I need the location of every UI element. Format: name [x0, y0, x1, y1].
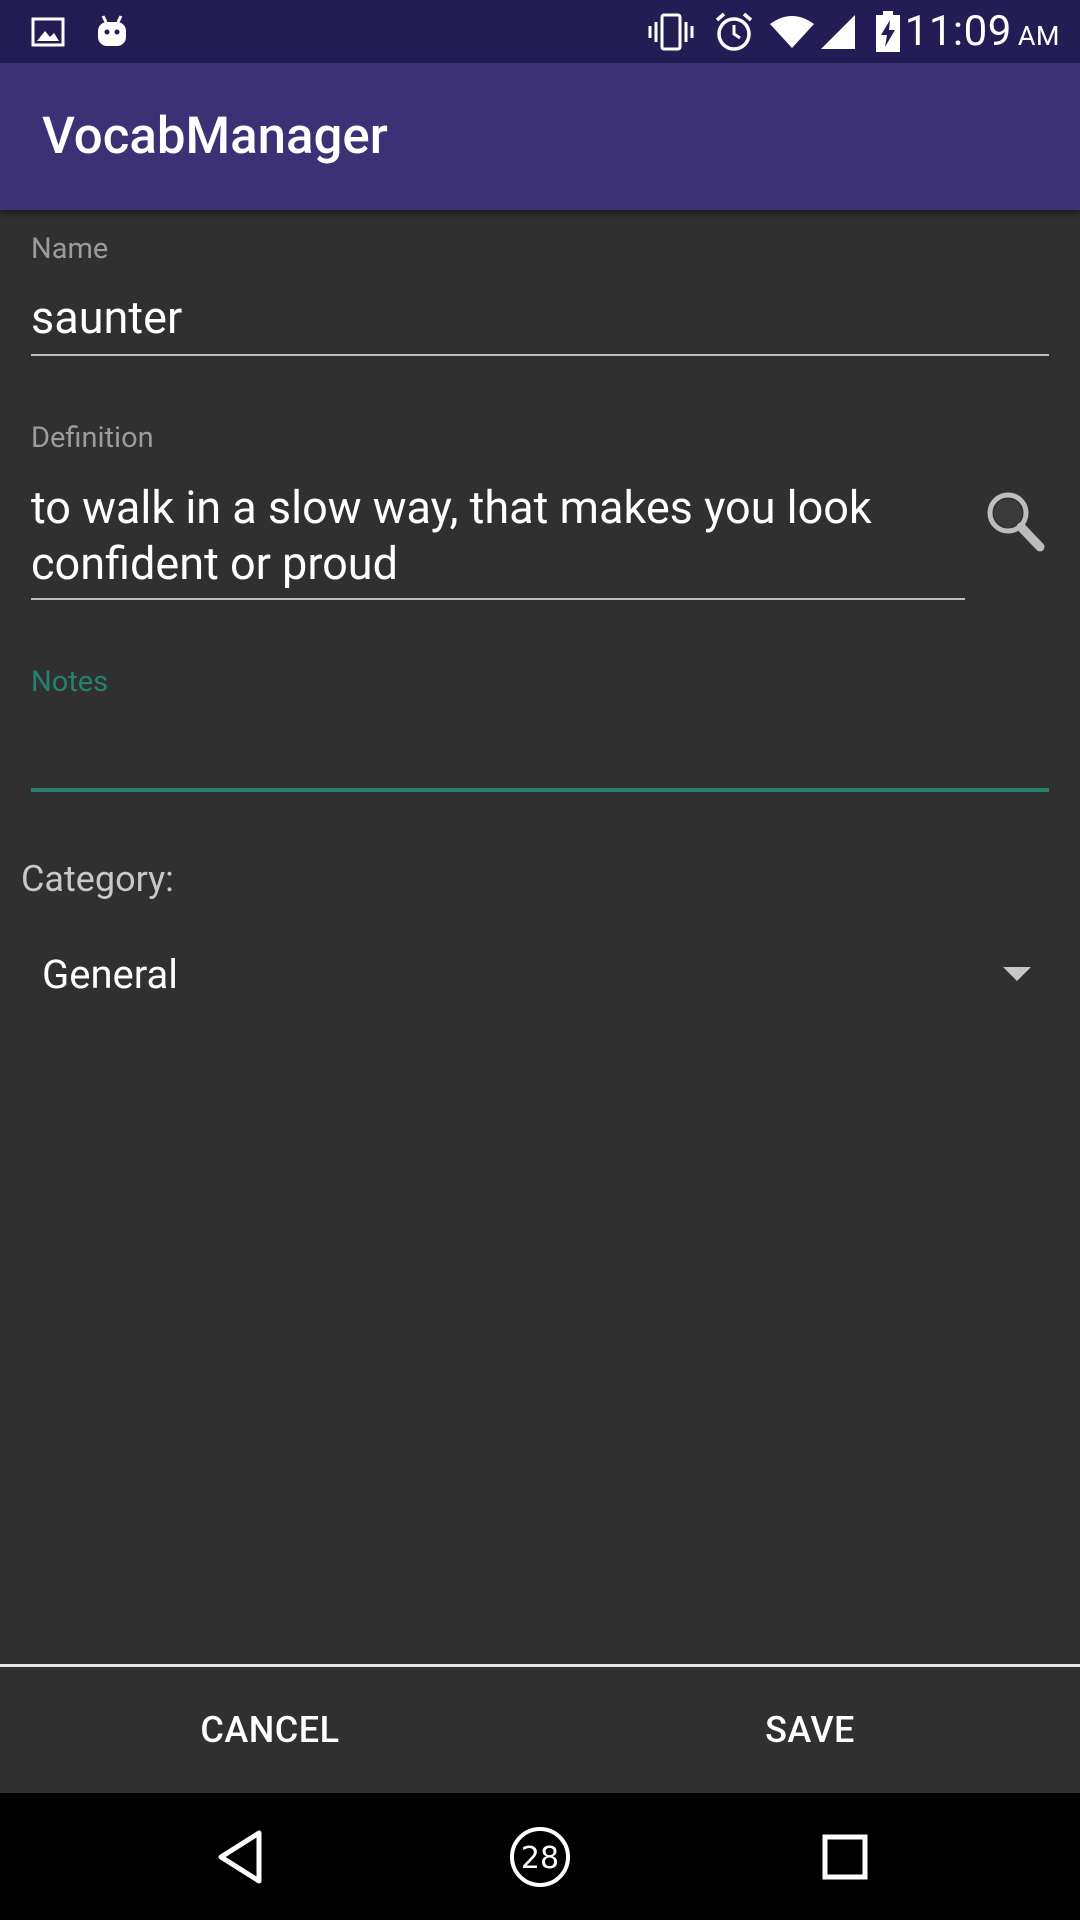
dropdown-arrow-icon — [1003, 967, 1031, 981]
save-button[interactable]: SAVE — [540, 1667, 1080, 1793]
definition-line-1: to walk in a slow way, that makes you lo… — [31, 481, 872, 534]
signal-icon — [818, 0, 858, 63]
category-selected-value: General — [42, 951, 179, 998]
notes-field[interactable] — [31, 720, 1049, 776]
recents-icon — [822, 1834, 868, 1879]
cancel-button[interactable]: CANCEL — [0, 1667, 540, 1793]
definition-field[interactable]: to walk in a slow way, that makes you lo… — [31, 480, 872, 592]
image-icon — [28, 0, 68, 63]
definition-label: Definition — [31, 421, 154, 455]
home-icon: 28 — [510, 1826, 570, 1887]
notes-label: Notes — [31, 665, 109, 699]
wifi-icon — [766, 0, 818, 63]
back-button[interactable] — [195, 1793, 285, 1920]
category-dropdown[interactable]: General — [0, 930, 1080, 1020]
notes-field-underline — [31, 788, 1049, 792]
app-bar: VocabManager — [0, 63, 1080, 210]
button-bar: CANCEL SAVE — [0, 1667, 1080, 1793]
name-field-underline — [31, 354, 1049, 356]
definition-line-2: confident or proud — [31, 537, 398, 590]
battery-charging-icon — [872, 0, 904, 63]
alarm-icon — [710, 0, 758, 63]
android-icon — [92, 0, 132, 63]
app-title: VocabManager — [42, 107, 388, 166]
vibrate-icon — [646, 0, 696, 63]
category-label: Category: — [21, 858, 174, 900]
lookup-definition-button[interactable] — [984, 488, 1048, 556]
search-icon — [987, 492, 1045, 552]
clock: 11:09 AM — [905, 0, 1060, 63]
name-field[interactable]: saunter — [31, 290, 182, 346]
home-badge-text: 28 — [521, 1841, 559, 1876]
name-label: Name — [31, 232, 109, 266]
definition-field-underline — [31, 598, 965, 600]
recents-button[interactable] — [800, 1793, 890, 1920]
clock-ampm: AM — [1017, 20, 1060, 52]
clock-time: 11:09 — [904, 7, 1012, 56]
home-button[interactable]: 28 — [495, 1793, 585, 1920]
status-bar: 11:09 AM — [0, 0, 1080, 63]
back-icon — [218, 1830, 262, 1883]
navigation-bar: 28 — [0, 1793, 1080, 1920]
